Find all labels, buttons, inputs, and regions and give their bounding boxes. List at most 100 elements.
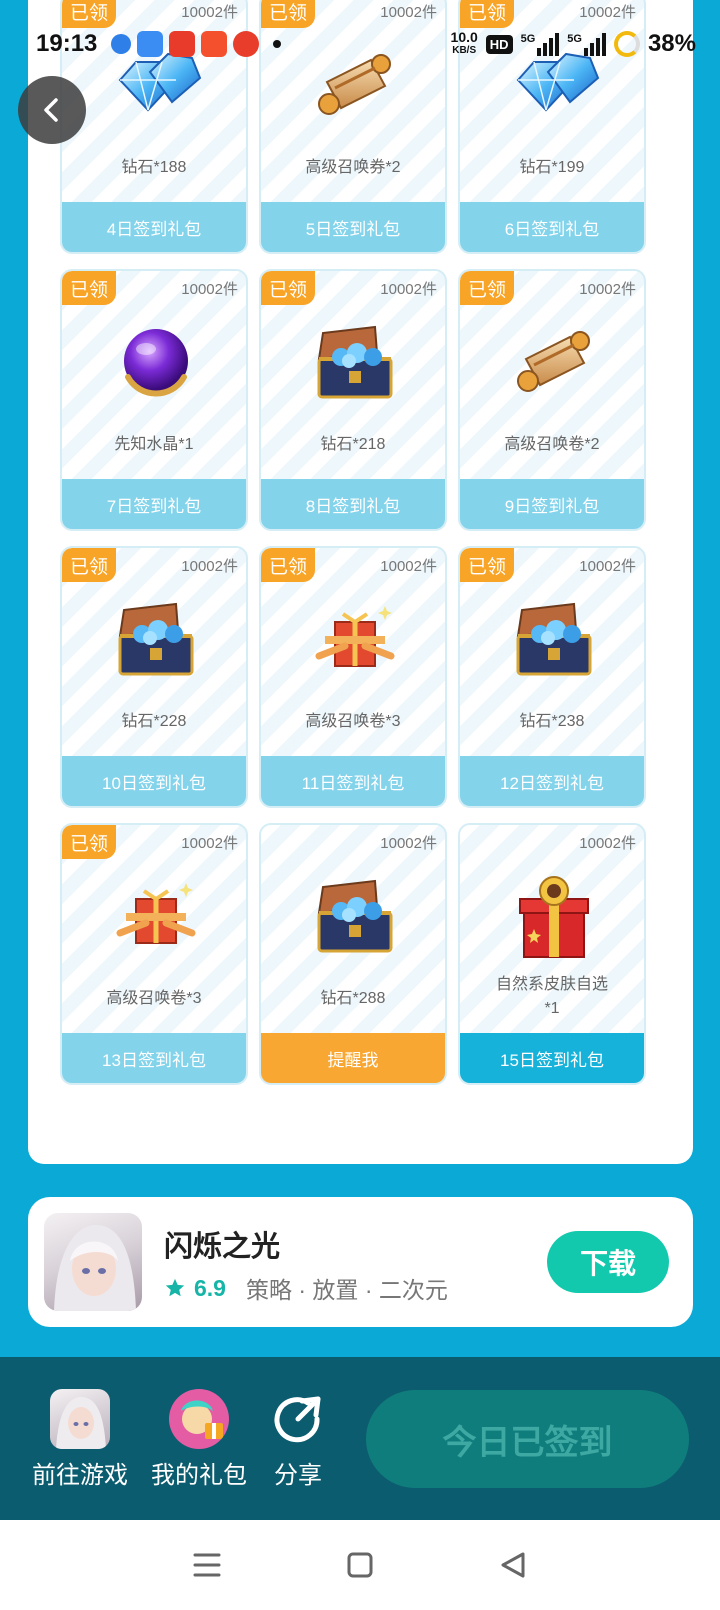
day-gift-button[interactable]: 9日签到礼包: [460, 479, 644, 529]
day-gift-button[interactable]: 5日签到礼包: [261, 202, 445, 252]
gift-stock-count: 10002件: [579, 558, 636, 575]
gift-card[interactable]: 已领 10002件 高级召唤卷*2 9日签到礼包: [458, 269, 646, 531]
claimed-badge: 已领: [460, 548, 514, 582]
claimed-badge: 已领: [261, 548, 315, 582]
claimed-badge: 已领: [62, 548, 116, 582]
claimed-badge: 已领: [62, 271, 116, 305]
network-speed: 10.0 KB/S: [450, 29, 478, 57]
gift-box-icon: [504, 873, 604, 963]
scroll-bundle-icon: [305, 596, 405, 686]
claimed-badge: 已领: [460, 271, 514, 305]
gift-stock-count: 10002件: [380, 4, 437, 21]
status-bar: 19:13 10.0 KB/S HD 5G 5G 38%: [0, 26, 720, 62]
back-nav-button[interactable]: [491, 1543, 535, 1587]
bottom-action-bar: 前往游戏 我的礼包 分享 今日已签到: [0, 1357, 720, 1520]
more-notifications-dot: [273, 40, 282, 48]
gift-card[interactable]: 已领 10002件 钻石*218 8日签到礼包: [259, 269, 447, 531]
hd-icon: HD: [485, 34, 513, 54]
gift-card[interactable]: 10002件 钻石*288 提醒我: [259, 823, 447, 1085]
day-gift-button[interactable]: 4日签到礼包: [62, 202, 246, 252]
gift-card[interactable]: 已领 10002件高级召唤卷*3 13日签到礼包: [60, 823, 248, 1085]
back-triangle-icon: [501, 1552, 525, 1578]
checked-in-button[interactable]: 今日已签到: [366, 1390, 689, 1488]
day-gift-button[interactable]: 7日签到礼包: [62, 479, 246, 529]
crystal-orb-icon: [106, 319, 206, 409]
claimed-badge: 已领: [62, 825, 116, 859]
gift-item-name: 自然系皮肤自选 *1: [495, 976, 608, 1017]
chevron-left-icon: [44, 98, 58, 122]
scroll-icon: [504, 319, 604, 409]
battery-icon: [613, 31, 640, 57]
my-gifts-label: 我的礼包: [151, 1462, 247, 1489]
share-label: 分享: [274, 1462, 322, 1489]
claimed-badge: 已领: [62, 0, 116, 28]
my-gifts-icon: [169, 1389, 229, 1449]
gift-item-name: 钻石*228: [121, 713, 187, 730]
gift-card[interactable]: 已领 10002件钻石*228 10日签到礼包: [60, 546, 248, 808]
gift-item-name: 钻石*199: [519, 159, 585, 176]
gift-stock-count: 10002件: [181, 835, 238, 852]
status-time: 19:13: [36, 30, 98, 57]
gift-item-name: 钻石*238: [519, 713, 585, 730]
day-gift-button[interactable]: 15日签到礼包: [460, 1033, 644, 1083]
gift-card[interactable]: 已领 10002件 先知水晶*1 7日签到礼包: [60, 269, 248, 531]
scroll-bundle-icon: [106, 873, 206, 963]
gift-stock-count: 10002件: [181, 4, 238, 21]
go-game-label: 前往游戏: [32, 1462, 128, 1489]
day-gift-button[interactable]: 10日签到礼包: [62, 756, 246, 806]
gift-stock-count: 10002件: [579, 4, 636, 21]
gift-item-name: 钻石*188: [121, 159, 187, 176]
day-gift-button[interactable]: 11日签到礼包: [261, 756, 445, 806]
gift-stock-count: 10002件: [181, 558, 238, 575]
battery-level: 38%: [647, 30, 696, 57]
gift-stock-count: 10002件: [380, 835, 437, 852]
go-game-button[interactable]: 前往游戏: [32, 1389, 128, 1490]
notification-app-icon: [137, 31, 164, 57]
back-button[interactable]: [18, 76, 86, 144]
game-info-card[interactable]: 闪烁之光 6.9 策略 · 放置 · 二次元 下载: [28, 1197, 693, 1327]
my-gifts-button[interactable]: 我的礼包: [151, 1389, 247, 1490]
gift-card[interactable]: 10002件自然系皮肤自选 *1 15日签到礼包: [458, 823, 646, 1085]
treasure-chest-icon: [305, 873, 405, 963]
day-gift-button[interactable]: 8日签到礼包: [261, 479, 445, 529]
signal-icon: 5G: [521, 32, 560, 56]
claimed-badge: 已领: [261, 271, 315, 305]
gift-card[interactable]: 已领 10002件钻石*238 12日签到礼包: [458, 546, 646, 808]
treasure-chest-icon: [106, 596, 206, 686]
claimed-badge: 已领: [460, 0, 514, 28]
gift-item-name: 高级召唤卷*3: [305, 713, 401, 730]
gift-stock-count: 10002件: [579, 835, 636, 852]
home-square-icon: [347, 1552, 373, 1578]
gift-stock-count: 10002件: [579, 281, 636, 298]
signal-label: 5G: [567, 32, 582, 45]
signal-icon: 5G: [567, 32, 606, 56]
gift-item-name: 高级召唤卷*3: [106, 990, 202, 1007]
download-button[interactable]: 下载: [547, 1231, 669, 1293]
gift-stock-count: 10002件: [380, 281, 437, 298]
share-button[interactable]: 分享: [268, 1389, 328, 1490]
system-nav-bar: [0, 1520, 720, 1610]
remind-me-button[interactable]: 提醒我: [261, 1033, 445, 1083]
day-gift-button[interactable]: 6日签到礼包: [460, 202, 644, 252]
home-button[interactable]: [338, 1543, 382, 1587]
menu-icon: [193, 1553, 221, 1577]
menu-button[interactable]: [185, 1543, 229, 1587]
game-tags: 策略 · 放置 · 二次元: [245, 1277, 448, 1303]
gift-stock-count: 10002件: [380, 558, 437, 575]
gift-item-name: 高级召唤券*2: [305, 159, 401, 176]
notification-app-icon: [233, 31, 260, 57]
treasure-chest-icon: [504, 596, 604, 686]
gift-card[interactable]: 已领 10002件高级召唤卷*3 11日签到礼包: [259, 546, 447, 808]
claimed-badge: 已领: [261, 0, 315, 28]
star-icon: [165, 1278, 185, 1297]
network-speed-value: 10.0: [450, 29, 478, 45]
game-avatar-icon: [50, 1389, 110, 1449]
day-gift-button[interactable]: 13日签到礼包: [62, 1033, 246, 1083]
gift-item-name: 先知水晶*1: [114, 436, 194, 453]
game-title: 闪烁之光: [164, 1231, 281, 1263]
day-gift-button[interactable]: 12日签到礼包: [460, 756, 644, 806]
game-avatar[interactable]: [44, 1213, 142, 1311]
notification-app-icon: [201, 31, 228, 57]
notification-app-icon: [169, 31, 196, 57]
notification-app-icon: [111, 34, 132, 54]
